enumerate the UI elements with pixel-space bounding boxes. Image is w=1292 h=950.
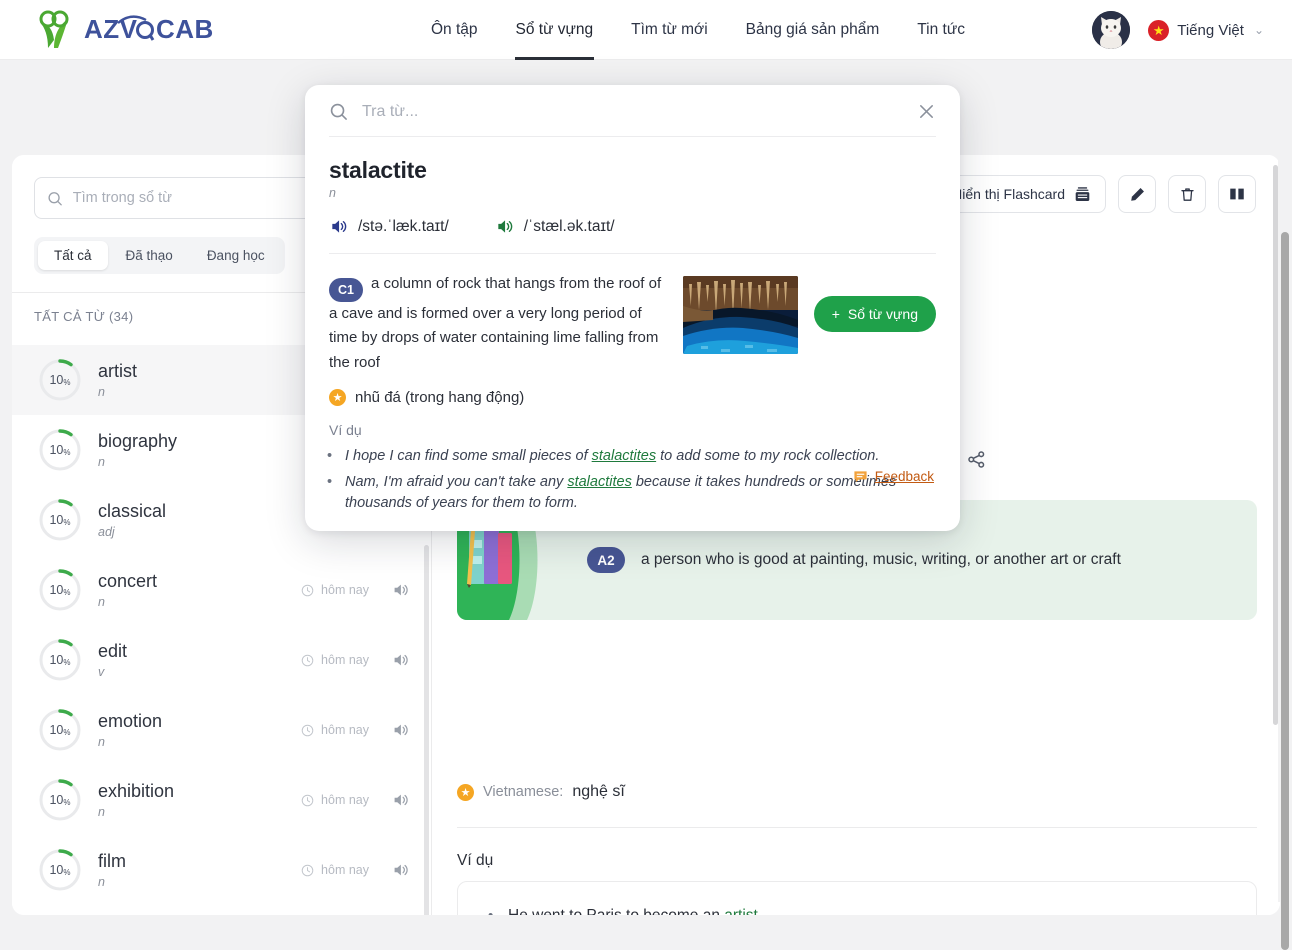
dictionary-lookup-modal: stalactite n /stə.ˈlæk.taɪt/ — [305, 85, 960, 531]
search-icon — [329, 102, 348, 121]
example-before: Nam, I'm afraid you can't take any — [345, 474, 567, 490]
example-after: to add some to my rock collection. — [656, 448, 879, 464]
feedback-icon — [853, 469, 868, 484]
add-to-vocabulary-label: Sổ từ vựng — [848, 306, 918, 322]
example-before: He went to Paris to become an — [508, 907, 724, 915]
modal-pos: n — [329, 186, 936, 200]
example-item: He went to Paris to become an artist. — [482, 904, 1232, 915]
modal-body: stalactite n /stə.ˈlæk.taɪt/ — [305, 137, 960, 236]
modal-overlay[interactable]: stalactite n /stə.ˈlæk.taɪt/ — [0, 0, 1292, 902]
example-highlight[interactable]: stalactites — [592, 448, 656, 464]
phonetic-us-text: /ˈstæl.ək.taɪt/ — [524, 218, 615, 236]
example-before: I hope I can find some small pieces of — [345, 448, 592, 464]
phonetic-uk-text: /stə.ˈlæk.taɪt/ — [358, 218, 449, 236]
modal-search-input[interactable] — [362, 103, 903, 121]
modal-vietnamese-row: ★ nhũ đá (trong hang động) — [305, 375, 960, 406]
phonetics-row: /stə.ˈlæk.taɪt/ /ˈstæl.ək.taɪt/ — [329, 217, 936, 236]
example-highlight[interactable]: stalactites — [567, 474, 631, 490]
modal-definition-row: C1a column of rock that hangs from the r… — [305, 254, 960, 375]
phonetic-uk[interactable]: /stə.ˈlæk.taɪt/ — [329, 217, 449, 236]
example-highlight[interactable]: artist — [724, 907, 758, 915]
phonetic-us[interactable]: /ˈstæl.ək.taɪt/ — [495, 217, 615, 236]
modal-definition-left: C1a column of rock that hangs from the r… — [329, 272, 671, 375]
modal-vietnamese-text: nhũ đá (trong hang động) — [355, 389, 524, 406]
example-after: . — [758, 907, 762, 915]
add-to-vocabulary-button[interactable]: + Sổ từ vựng — [814, 296, 936, 332]
page-scrollbar-thumb[interactable] — [1281, 232, 1289, 950]
close-button[interactable] — [917, 102, 936, 121]
feedback-label: Feedback — [875, 469, 934, 484]
modal-word: stalactite — [329, 157, 936, 184]
modal-example-item: I hope I can find some small pieces of s… — [345, 446, 930, 468]
star-icon: ★ — [329, 389, 346, 406]
plus-icon: + — [832, 306, 840, 322]
modal-example-item: Nam, I'm afraid you can't take any stala… — [345, 472, 930, 516]
speaker-icon — [495, 217, 514, 236]
modal-definition-text: a column of rock that hangs from the roo… — [329, 275, 661, 371]
modal-search-bar[interactable] — [305, 87, 960, 136]
examples-list: He went to Paris to become an artist. Th… — [482, 904, 1232, 915]
cefr-badge: C1 — [329, 278, 363, 302]
feedback-link[interactable]: Feedback — [853, 469, 934, 484]
modal-examples-title: Ví dụ — [305, 406, 960, 438]
stalactite-image — [683, 276, 798, 354]
page-scrollbar-track[interactable] — [1278, 60, 1292, 902]
speaker-icon — [329, 217, 348, 236]
close-icon — [917, 102, 936, 121]
